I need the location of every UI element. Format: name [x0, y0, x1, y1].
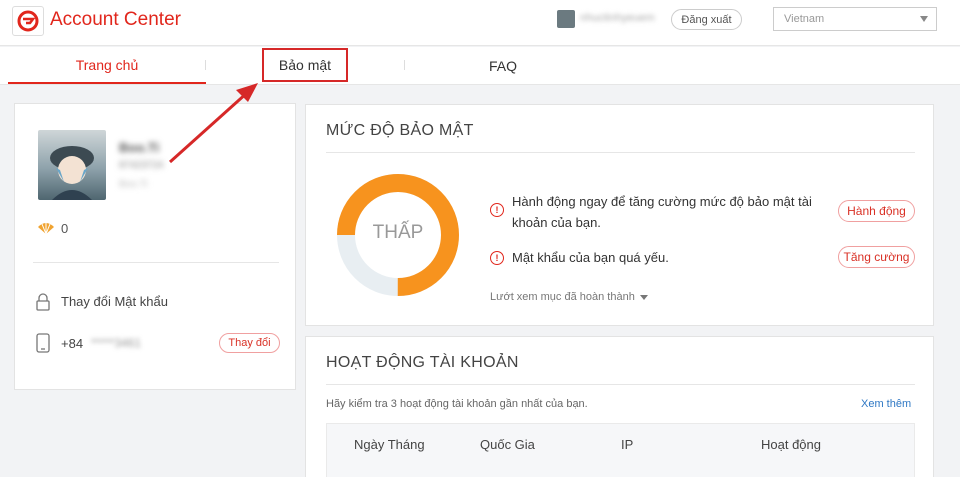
shell-icon	[37, 221, 55, 240]
profile-sub: Boo.Ti	[119, 179, 148, 190]
alert-icon: !	[490, 203, 504, 217]
alert-icon: !	[490, 251, 504, 265]
tab-faq[interactable]: FAQ	[460, 47, 546, 85]
country-value: Vietnam	[784, 13, 825, 25]
phone-prefix: +84	[61, 336, 84, 351]
garena-logo-icon[interactable]	[12, 6, 44, 36]
view-completed-toggle[interactable]: Lướt xem mục đã hoàn thành	[490, 291, 648, 303]
caret-down-icon	[639, 294, 648, 300]
phone-masked: *****3461	[91, 336, 142, 350]
main-tabs: Trang chủ Bảo mật FAQ	[0, 47, 960, 85]
weak-password-text: Mật khẩu của bạn quá yếu.	[512, 250, 669, 265]
shell-count: 0	[61, 221, 69, 236]
strengthen-button[interactable]: Tăng cường	[838, 246, 915, 268]
divider	[33, 262, 279, 263]
column-header-ip: IP	[621, 437, 634, 452]
logout-button[interactable]: Đăng xuất	[671, 9, 742, 30]
view-completed-label: Lướt xem mục đã hoàn thành	[490, 291, 635, 303]
top-header: Account Center nhuctinhyeuem Đăng xuất V…	[0, 0, 960, 46]
activity-table: Ngày Tháng Quốc Gia IP Hoạt động	[326, 423, 915, 477]
tab-home[interactable]: Trang chủ	[8, 47, 206, 84]
profile-id: 87423724	[119, 160, 164, 171]
country-select[interactable]: Vietnam	[773, 7, 937, 31]
profile-name: Boo.Ti	[119, 140, 160, 155]
lock-icon	[36, 293, 50, 316]
user-name: nhuctinhyeuem	[580, 12, 655, 24]
column-header-date: Ngày Tháng	[354, 437, 425, 452]
tab-separator	[205, 60, 206, 70]
divider	[326, 152, 915, 153]
change-password-link[interactable]: Thay đổi Mật khẩu	[61, 294, 168, 309]
tab-security[interactable]: Bảo mật	[262, 48, 348, 82]
security-title: MỨC ĐỘ BẢO MẬT	[326, 122, 474, 139]
account-activity-card: HOẠT ĐỘNG TÀI KHOẢN Hãy kiểm tra 3 hoạt …	[305, 336, 934, 477]
chevron-down-icon	[920, 16, 928, 22]
security-level-card: MỨC ĐỘ BẢO MẬT THẤP ! Hành động ngay để …	[305, 104, 934, 326]
security-level-label: THẤP	[372, 222, 424, 243]
profile-card: Boo.Ti 87423724 Boo.Ti 0 Thay đổi Mật kh…	[14, 103, 296, 390]
user-avatar[interactable]	[557, 10, 575, 28]
app-title: Account Center	[50, 9, 181, 30]
column-header-country: Quốc Gia	[480, 437, 535, 452]
tab-separator	[404, 60, 405, 70]
profile-avatar[interactable]	[38, 130, 106, 200]
take-action-button[interactable]: Hành động	[838, 200, 915, 222]
see-more-link[interactable]: Xem thêm	[861, 398, 911, 410]
change-phone-button[interactable]: Thay đổi	[219, 333, 280, 353]
activity-description: Hãy kiểm tra 3 hoạt động tài khoản gần n…	[326, 398, 588, 410]
column-header-action: Hoạt động	[761, 437, 821, 452]
activity-title: HOẠT ĐỘNG TÀI KHOẢN	[326, 354, 519, 371]
alert-action-text: Hành động ngay để tăng cường mức độ bảo …	[512, 194, 812, 230]
divider	[326, 384, 915, 385]
phone-icon	[36, 333, 50, 358]
